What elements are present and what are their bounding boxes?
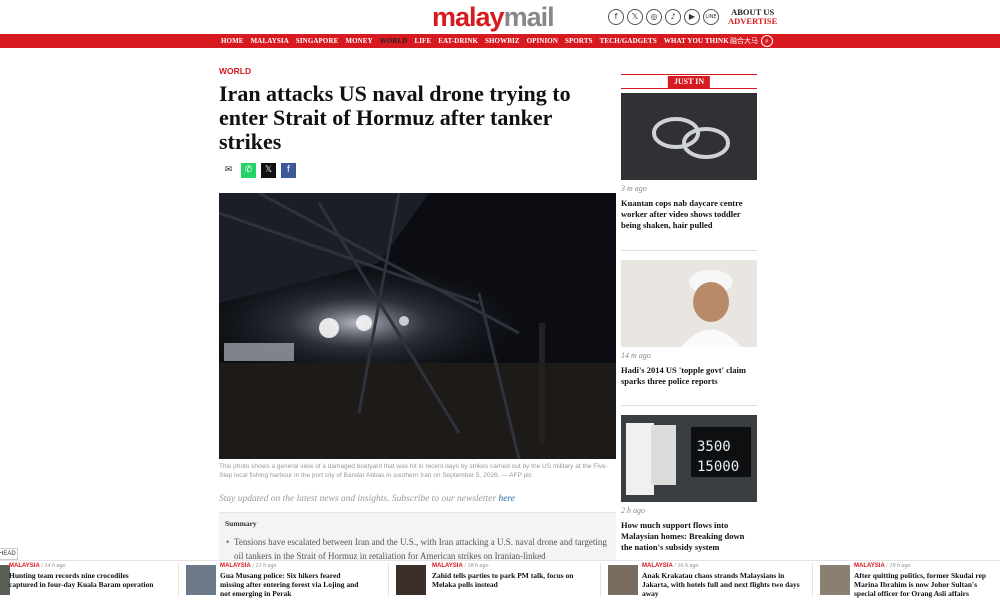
x-share-icon[interactable]: 𝕏	[261, 163, 276, 178]
article-headline: Iran attacks US naval drone trying to en…	[219, 81, 571, 154]
site-logo[interactable]: malaymail	[432, 2, 555, 32]
nav-item-malaysia[interactable]: MALAYSIA	[251, 34, 289, 48]
just-in-header: JUST IN	[621, 74, 757, 89]
nav-item-eat-drink[interactable]: EAT-DRINK	[438, 34, 478, 48]
ticker-meta: MALAYSIA / 16 h ago	[642, 563, 699, 569]
ticker-separator	[388, 563, 389, 597]
summary-title: Summary	[225, 519, 257, 528]
search-icon[interactable]: ⌕	[761, 35, 773, 47]
ticker-tab[interactable]: HEAD	[0, 548, 18, 560]
ticker-thumbnail	[608, 565, 638, 595]
nav-item-home[interactable]: HOME	[221, 34, 244, 48]
sidebar-item-time: 14 m ago	[621, 351, 651, 360]
ticker-thumbnail	[396, 565, 426, 595]
sidebar-item-image[interactable]	[621, 260, 757, 347]
sidebar-item-image[interactable]	[621, 93, 757, 180]
nav-item-what-you-think[interactable]: WHAT YOU THINK	[664, 34, 729, 48]
sidebar-item-title[interactable]: Hadi's 2014 US 'topple govt' claim spark…	[621, 365, 757, 387]
ticker-separator	[600, 563, 601, 597]
ticker-meta: MALAYSIA / 18 h ago	[432, 563, 489, 569]
sidebar-item-time: 2 h ago	[621, 506, 645, 515]
site-header: malaymail f 𝕏 ◎ ♪ ▶ LINE ABOUT US ADVERT…	[0, 0, 1000, 34]
ticker-title[interactable]: Gua Musang police: Six hikers feared mis…	[220, 571, 365, 598]
ticker-thumbnail	[186, 565, 216, 595]
nav-item-opinion[interactable]: OPINION	[527, 34, 558, 48]
x-icon[interactable]: 𝕏	[627, 9, 643, 25]
sidebar-divider	[621, 250, 757, 251]
svg-text:3500: 3500	[697, 439, 731, 455]
nav-item-showbiz[interactable]: SHOWBIZ	[485, 34, 520, 48]
logo-part-mail: mail	[503, 2, 555, 32]
sidebar-item-image[interactable]: 3500 15000	[621, 415, 757, 502]
sidebar-divider	[621, 405, 757, 406]
newsletter-text: Stay updated on the latest news and insi…	[219, 494, 497, 504]
ticker-separator	[812, 563, 813, 597]
whatsapp-share-icon[interactable]: ✆	[241, 163, 256, 178]
just-in-label: JUST IN	[667, 76, 711, 88]
ticker-title[interactable]: After quitting politics, former Skudai r…	[854, 571, 1000, 598]
ticker-item[interactable]: MALAYSIA / 14 h ago Hunting team records…	[0, 563, 170, 597]
instagram-icon[interactable]: ◎	[646, 9, 662, 25]
ticker-title[interactable]: Anak Krakatau chaos strands Malaysians i…	[642, 571, 807, 598]
social-links: f 𝕏 ◎ ♪ ▶ LINE	[608, 9, 719, 25]
ticker-separator	[178, 563, 179, 597]
newsletter-prompt: Stay updated on the latest news and insi…	[219, 494, 515, 504]
advertise-link[interactable]: ADVERTISE	[728, 17, 777, 26]
image-caption: This photo shows a general view of a dam…	[219, 463, 608, 479]
article-section-label[interactable]: WORLD	[219, 66, 251, 76]
nav-item-life[interactable]: LIFE	[414, 34, 431, 48]
ticker-title[interactable]: Hunting team records nine crocodiles cap…	[9, 571, 159, 589]
youtube-icon[interactable]: ▶	[684, 9, 700, 25]
email-share-icon[interactable]: ✉	[221, 163, 236, 178]
sidebar-item-time: 3 m ago	[621, 184, 647, 193]
ticker-item[interactable]: MALAYSIA / 16 h ago Anak Krakatau chaos …	[608, 563, 808, 598]
nav-item-singapore[interactable]: SINGAPORE	[296, 34, 339, 48]
summary-bullet: Tensions have escalated between Iran and…	[226, 535, 609, 563]
article-hero-image	[219, 193, 616, 459]
sidebar-item-title[interactable]: How much support flows into Malaysian ho…	[621, 520, 757, 553]
share-buttons: ✉ ✆ 𝕏 f	[221, 163, 296, 178]
ticker-title[interactable]: Zahid tells parties to park PM talk, foc…	[432, 571, 592, 589]
tiktok-icon[interactable]: ♪	[665, 9, 681, 25]
facebook-icon[interactable]: f	[608, 9, 624, 25]
summary-box: Summary Tensions have escalated between …	[219, 512, 616, 562]
line-icon[interactable]: LINE	[703, 9, 719, 25]
ticker-item[interactable]: MALAYSIA / 13 h ago Gua Musang police: S…	[186, 563, 386, 598]
ticker-meta: MALAYSIA / 14 h ago	[9, 563, 66, 569]
sidebar-item-title[interactable]: Kuantan cops nab daycare centre worker a…	[621, 198, 757, 231]
ticker-thumbnail	[820, 565, 850, 595]
nav-item-money[interactable]: MONEY	[345, 34, 372, 48]
logo-part-malay: malay	[432, 2, 505, 32]
ticker-item[interactable]: MALAYSIA / 19 h ago After quitting polit…	[820, 563, 1000, 598]
ticker-meta: MALAYSIA / 19 h ago	[854, 563, 911, 569]
nav-item-tech-gadgets[interactable]: TECH/GADGETS	[600, 34, 657, 48]
newsletter-link[interactable]: here	[498, 494, 515, 504]
ticker-meta: MALAYSIA / 13 h ago	[220, 563, 277, 569]
nav-item-world[interactable]: WORLD	[380, 34, 408, 48]
facebook-share-icon[interactable]: f	[281, 163, 296, 178]
nav-item-sports[interactable]: SPORTS	[565, 34, 593, 48]
about-links: ABOUT US ADVERTISE	[728, 8, 777, 26]
ticker-item[interactable]: MALAYSIA / 18 h ago Zahid tells parties …	[396, 563, 596, 597]
chinese-edition-link[interactable]: 融合大马	[730, 34, 758, 48]
main-nav: HOME MALAYSIA SINGAPORE MONEY WORLD LIFE…	[0, 34, 1000, 48]
svg-text:15000: 15000	[697, 459, 739, 475]
